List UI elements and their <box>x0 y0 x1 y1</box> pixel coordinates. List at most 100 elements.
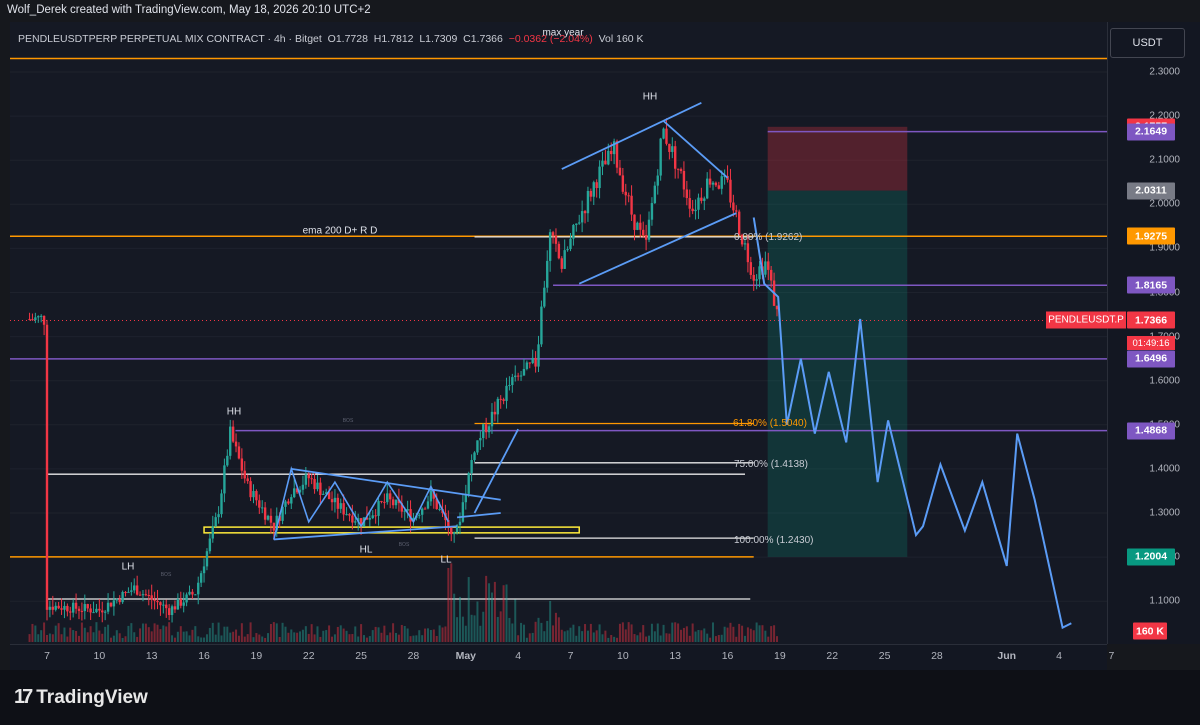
volume-bar <box>310 624 313 642</box>
candle-body <box>77 608 81 611</box>
candle-body <box>170 606 174 616</box>
chart-canvas[interactable] <box>10 22 1107 644</box>
candle-body <box>293 488 296 498</box>
volume-bar <box>115 630 118 642</box>
volume-bar <box>252 637 255 642</box>
volume-bar <box>400 624 403 642</box>
candle-body <box>592 182 595 197</box>
volume-bar <box>505 584 508 642</box>
candle-body <box>598 166 601 189</box>
candle-body <box>711 182 715 185</box>
volume-bar <box>133 632 136 642</box>
volume-bar <box>418 630 421 642</box>
volume-bar <box>325 630 328 642</box>
candle-body <box>118 599 121 603</box>
candle-body <box>28 318 31 320</box>
y-tick-label: 1.3000 <box>1149 507 1180 519</box>
volume-bar <box>528 633 531 642</box>
volume-bar <box>188 635 191 642</box>
volume-bar <box>712 622 715 642</box>
candle-body <box>650 203 654 220</box>
volume-bar <box>301 629 304 642</box>
volume-bar <box>412 635 415 642</box>
candle-body <box>138 594 142 596</box>
volume-bar <box>479 625 482 642</box>
candle-body <box>51 606 55 610</box>
volume-bar <box>575 635 578 642</box>
fib-618-label: 61.80% (1.5040) <box>733 418 807 429</box>
price-chart-svg[interactable] <box>10 22 1107 644</box>
candle-body <box>458 521 462 526</box>
candle-body <box>179 598 182 606</box>
volume-bar <box>732 626 735 642</box>
volume-bar <box>604 630 607 642</box>
volume-bar <box>630 624 633 642</box>
volume-bar <box>726 627 729 642</box>
volume-bar <box>331 636 334 642</box>
candle-body <box>528 362 531 364</box>
volume-bar <box>83 627 86 642</box>
volume-bar <box>680 629 683 642</box>
candle-body <box>197 582 200 595</box>
currency-button[interactable]: USDT <box>1110 28 1185 58</box>
price-axis-label: 2.0311 <box>1127 182 1175 200</box>
price-axis-label: 160 K <box>1133 622 1167 640</box>
candle-body <box>115 599 118 601</box>
volume-bar <box>697 629 700 642</box>
candle-body <box>694 209 697 212</box>
candle-body <box>150 595 153 600</box>
candle-body <box>589 190 593 197</box>
volume-bar <box>744 635 746 642</box>
time-axis[interactable]: 7 10 13 16 19 22 25 28 May 4 7 10 13 16 19 22 25 28 Jun 4 7 <box>10 644 1114 671</box>
volume-bar <box>168 622 171 642</box>
volume-bar <box>456 617 459 642</box>
candle-body <box>194 594 197 596</box>
volume-bar <box>179 626 182 642</box>
volume-bar <box>450 563 453 642</box>
footer-bar <box>0 670 1200 725</box>
volume-bar <box>476 601 479 642</box>
volume-bar <box>153 623 156 642</box>
volume-bar <box>80 622 83 642</box>
candle-body <box>679 169 683 171</box>
candle-body <box>676 168 680 170</box>
x-tick-label: 25 <box>355 650 367 662</box>
volume-bar <box>447 567 450 642</box>
y-tick-label: 2.3000 <box>1149 66 1180 78</box>
volume-bar <box>560 629 563 642</box>
x-tick-label: 7 <box>44 650 50 662</box>
volume-bar <box>156 624 159 642</box>
candle-body <box>176 598 180 610</box>
candle-body <box>551 232 555 236</box>
bos-label-1: BOS <box>342 418 354 424</box>
volume-bar <box>299 631 302 642</box>
candle-body <box>548 232 552 261</box>
volume-bar <box>357 636 360 642</box>
y-tick-label: 1.1000 <box>1149 595 1180 607</box>
candle-body <box>708 178 712 185</box>
candle-body <box>261 507 264 509</box>
volume-bar <box>290 629 293 642</box>
candle-body <box>752 274 755 281</box>
candle-body <box>615 141 619 168</box>
chart-credit: Wolf_Derek created with TradingView.com,… <box>7 4 371 16</box>
price-axis-label: 1.6496 <box>1127 350 1175 368</box>
candle-body <box>595 182 598 189</box>
volume-bar <box>633 634 636 642</box>
tradingview-logo[interactable]: 17 TradingView <box>14 686 148 709</box>
candle-body <box>467 473 470 494</box>
volume-bar <box>127 625 130 642</box>
volume-bar <box>694 631 697 642</box>
candle-body <box>304 474 308 485</box>
candle-body <box>377 501 380 516</box>
candle-body <box>470 460 473 474</box>
candle-body <box>525 362 529 369</box>
candle-body <box>621 175 625 192</box>
volume-bar <box>700 630 703 642</box>
x-tick-label: Jun <box>997 650 1017 662</box>
volume-bar <box>598 624 601 642</box>
candle-body <box>263 507 267 520</box>
volume-bar <box>648 635 651 642</box>
volume-bar <box>37 634 40 642</box>
volume-bar <box>51 634 54 642</box>
